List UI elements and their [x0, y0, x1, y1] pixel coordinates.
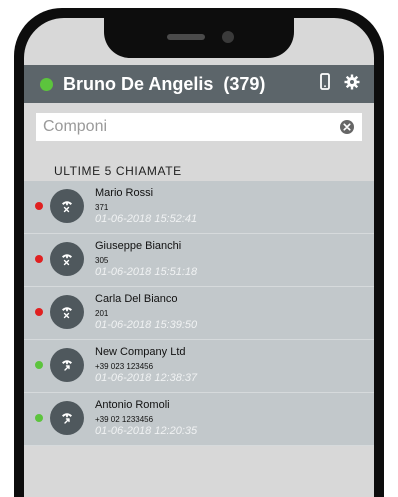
answered-call-icon[interactable] [50, 348, 84, 382]
user-extension: (379) [223, 73, 266, 94]
call-status-dot [35, 361, 43, 369]
header-actions [320, 73, 360, 95]
caller-name: New Company Ltd [95, 346, 186, 358]
call-row[interactable]: Antonio Romoli +39 02 1233456 01-06-2018 1… [24, 393, 374, 446]
recent-calls-list: Mario Rossi 371 01-06-2018 15:52:41 Giusepp… [24, 181, 374, 446]
call-status-dot [35, 308, 43, 316]
clear-icon[interactable] [340, 120, 354, 139]
caller-name: Antonio Romoli [95, 399, 170, 411]
dial-search-bar [36, 113, 362, 141]
missed-call-icon[interactable] [50, 189, 84, 223]
phone-device-icon[interactable] [320, 73, 330, 95]
caller-number: 305 [95, 256, 109, 265]
speaker-grille [167, 34, 205, 40]
call-row[interactable]: Mario Rossi 371 01-06-2018 15:52:41 [24, 181, 374, 234]
call-row[interactable]: New Company Ltd +39 023 123456 01-06-2018 … [24, 340, 374, 393]
caller-number: 201 [95, 309, 109, 318]
caller-number: +39 023 123456 [95, 362, 154, 371]
phone-frame: Bruno De Angelis (379) Componi ULTIME 5 … [14, 8, 384, 497]
call-datetime: 01-06-2018 15:52:41 [95, 213, 198, 225]
missed-call-icon[interactable] [50, 295, 84, 329]
call-row[interactable]: Giuseppe Bianchi 305 01-06-2018 15:51:18 [24, 234, 374, 287]
call-status-dot [35, 255, 43, 263]
user-name: Bruno De Angelis [63, 73, 214, 94]
call-datetime: 01-06-2018 15:39:50 [95, 319, 198, 331]
call-datetime: 01-06-2018 12:38:37 [95, 372, 198, 384]
call-status-dot [35, 414, 43, 422]
recent-calls-title: ULTIME 5 CHIAMATE [54, 164, 182, 178]
call-datetime: 01-06-2018 15:51:18 [95, 266, 198, 278]
dial-input[interactable] [43, 118, 333, 136]
phone-notch [104, 18, 294, 58]
call-row[interactable]: Carla Del Bianco 201 01-06-2018 15:39:50 [24, 287, 374, 340]
caller-name: Carla Del Bianco [95, 293, 178, 305]
caller-name: Giuseppe Bianchi [95, 240, 182, 252]
missed-call-icon[interactable] [50, 242, 84, 276]
answered-call-icon[interactable] [50, 401, 84, 435]
presence-status-dot[interactable] [40, 77, 53, 91]
gear-icon[interactable] [344, 74, 360, 95]
phone-screen: Bruno De Angelis (379) Componi ULTIME 5 … [24, 18, 374, 497]
app-header: Bruno De Angelis (379) [24, 65, 374, 103]
front-camera [222, 31, 234, 43]
caller-number: 371 [95, 203, 109, 212]
call-status-dot [35, 202, 43, 210]
caller-number: +39 02 1233456 [95, 415, 154, 424]
caller-name: Mario Rossi [95, 187, 154, 199]
call-datetime: 01-06-2018 12:20:35 [95, 425, 198, 437]
